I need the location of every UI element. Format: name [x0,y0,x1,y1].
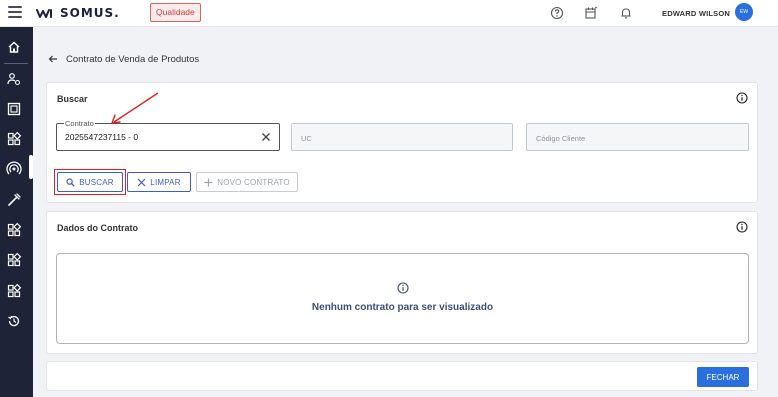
close-icon [137,178,146,186]
help-icon[interactable] [550,6,564,20]
uc-placeholder: UC [301,134,312,143]
annotation-arrow-icon [111,92,159,124]
contrato-input[interactable] [65,132,255,142]
contrato-field[interactable]: Contrato [56,119,280,151]
buscar-button[interactable]: BUSCAR [57,172,123,192]
people-icon[interactable] [6,71,22,87]
footer-card: FECHAR [46,361,758,391]
plus-icon [204,178,213,186]
environment-badge: Qualidade [150,3,201,22]
limpar-button-label: LIMPAR [150,177,181,187]
sidebar-active-indicator [29,155,33,179]
sidebar-divider [4,63,28,64]
user-name[interactable]: EDWARD WILSON [662,9,730,18]
back-arrow-icon[interactable] [48,54,58,64]
page-header: Contrato de Venda de Produtos [48,52,199,66]
codigo-cliente-placeholder: Código Cliente [536,134,586,143]
search-icon [66,177,75,187]
info-icon[interactable] [736,92,748,104]
bell-icon[interactable] [619,6,633,20]
home-icon[interactable] [6,39,22,55]
avatar[interactable]: EW [735,3,753,21]
buscar-button-label: BUSCAR [79,177,114,187]
contrato-field-label: Contrato [64,119,95,128]
search-card-title: Buscar [57,94,88,104]
empty-state-message: Nenhum contrato para ser visualizado [311,302,494,313]
fechar-button[interactable]: FECHAR [697,367,749,387]
empty-state-panel: Nenhum contrato para ser visualizado [56,253,749,344]
limpar-button[interactable]: LIMPAR [127,172,191,192]
logo-text: SOMUS. [60,6,120,20]
history-icon[interactable] [6,313,22,329]
info-icon[interactable] [736,221,748,233]
page-title: Contrato de Venda de Produtos [66,53,200,65]
uc-field[interactable]: UC [291,123,513,151]
grid-icon[interactable] [6,222,22,238]
grid-icon[interactable] [6,131,22,147]
grid-icon[interactable] [6,283,22,299]
contract-data-title: Dados do Contrato [57,223,138,233]
calculator-icon[interactable] [6,101,22,117]
app-logo[interactable]: SOMUS. [36,5,120,21]
novo-contrato-button[interactable]: NOVO CONTRATO [196,172,298,192]
info-icon [397,282,409,294]
grid-icon[interactable] [6,252,22,268]
logo-mark-icon [36,9,52,18]
sidebar [0,27,33,397]
tools-icon[interactable] [6,192,22,208]
broadcast-icon[interactable] [6,161,22,177]
menu-icon[interactable] [8,6,22,18]
top-bar: SOMUS. Qualidade EDWARD WILSON EW [0,0,778,27]
calendar-icon[interactable] [584,6,598,20]
codigo-cliente-field[interactable]: Código Cliente [526,123,749,151]
clear-icon[interactable] [261,132,271,142]
contract-data-card: Dados do Contrato Nenhum contrato para s… [46,211,758,354]
novo-contrato-button-label: NOVO CONTRATO [217,177,290,187]
